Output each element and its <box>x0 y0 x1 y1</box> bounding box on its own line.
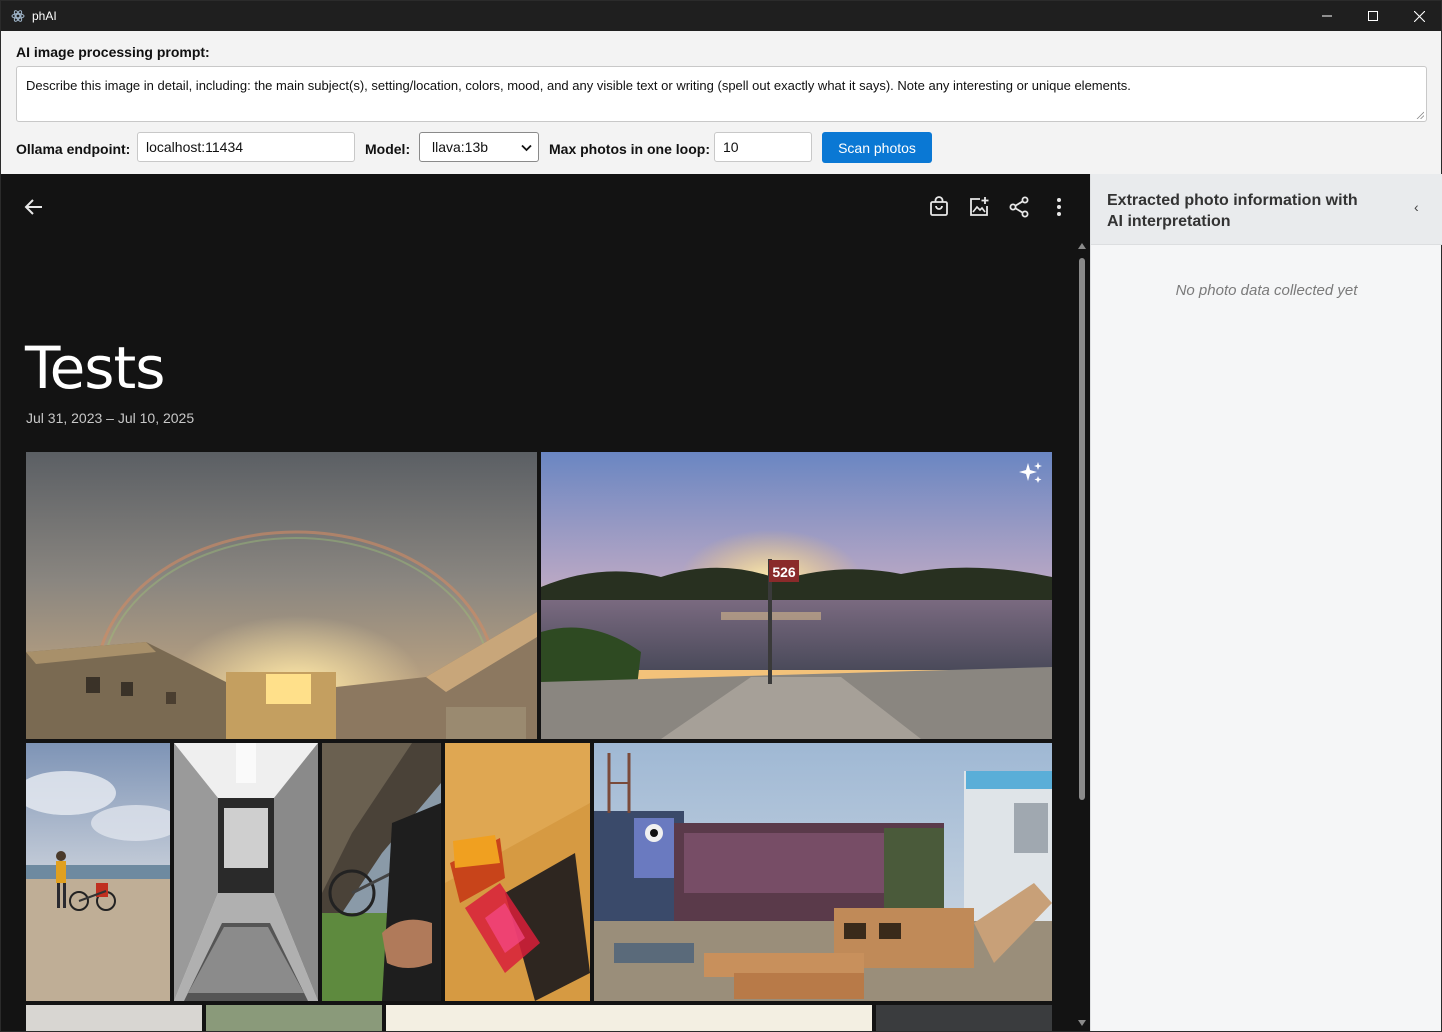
add-photo-icon[interactable] <box>966 194 992 220</box>
close-icon <box>1413 10 1425 22</box>
collapse-panel-button[interactable]: ‹ <box>1414 199 1419 215</box>
photo-bottom-row-4[interactable] <box>876 1005 1052 1031</box>
photo-image <box>26 452 537 739</box>
maximize-button[interactable] <box>1350 1 1396 31</box>
app-logo-icon <box>11 10 25 22</box>
back-arrow-icon[interactable] <box>21 194 47 220</box>
photo-construction-site-graffiti[interactable] <box>594 743 1052 1001</box>
model-select[interactable]: llava:13b <box>419 132 539 162</box>
photos-viewer: Tests Jul 31, 2023 – Jul 10, 2025 526 <box>1 174 1090 1031</box>
svg-text:526: 526 <box>772 564 796 580</box>
scrollbar-thumb[interactable] <box>1079 258 1085 800</box>
photo-image: 526 <box>541 452 1052 739</box>
close-button[interactable] <box>1396 1 1442 31</box>
resize-grip-icon[interactable] <box>1416 111 1424 119</box>
extraction-side-panel: Extracted photo information with AI inte… <box>1090 174 1442 1031</box>
share-icon[interactable] <box>1006 194 1032 220</box>
minimize-button[interactable] <box>1304 1 1350 31</box>
controls-panel: AI image processing prompt: Describe thi… <box>1 31 1441 174</box>
shopping-bag-icon[interactable] <box>926 194 952 220</box>
model-label: Model: <box>365 141 411 157</box>
photo-bottom-row-3[interactable] <box>386 1005 872 1031</box>
photo-image <box>594 743 1052 1001</box>
album-title: Tests <box>25 334 165 402</box>
side-panel-header: Extracted photo information with AI inte… <box>1091 174 1442 245</box>
model-selected-value: llava:13b <box>432 139 489 155</box>
empty-state-message: No photo data collected yet <box>1175 282 1358 299</box>
more-vert-icon[interactable] <box>1046 194 1072 220</box>
settings-row: Ollama endpoint: localhost:11434 Model: … <box>1 131 1441 163</box>
photo-bottom-row-1[interactable] <box>26 1005 202 1031</box>
photo-image <box>322 743 441 1001</box>
scroll-down-arrow-icon[interactable] <box>1078 1019 1086 1027</box>
endpoint-input[interactable]: localhost:11434 <box>137 132 355 162</box>
prompt-text: Describe this image in detail, including… <box>26 78 1131 93</box>
chevron-down-icon <box>521 144 532 152</box>
photo-black-white-hallway[interactable] <box>174 743 318 1001</box>
photo-prism-on-wood[interactable] <box>445 743 590 1001</box>
scroll-up-arrow-icon[interactable] <box>1078 242 1086 250</box>
photo-cyclist-on-beach[interactable] <box>26 743 170 1001</box>
album-dates: Jul 31, 2023 – Jul 10, 2025 <box>26 410 195 426</box>
photo-rainbow-over-buildings[interactable] <box>26 452 537 739</box>
photo-sunset-over-river[interactable]: 526 <box>541 452 1052 739</box>
photo-bottom-row-2[interactable] <box>206 1005 382 1031</box>
endpoint-label: Ollama endpoint: <box>16 141 131 157</box>
title-bar: phAI <box>1 1 1441 31</box>
photo-image <box>26 743 170 1001</box>
sparkle-icon[interactable] <box>1018 460 1044 486</box>
side-panel-title: Extracted photo information with AI inte… <box>1107 192 1358 230</box>
photo-image <box>445 743 590 1001</box>
prompt-label: AI image processing prompt: <box>16 44 210 60</box>
scan-photos-button[interactable]: Scan photos <box>822 132 932 163</box>
max-photos-input[interactable]: 10 <box>714 132 812 162</box>
max-photos-label: Max photos in one loop: <box>549 141 710 157</box>
minimize-icon <box>1322 15 1332 17</box>
photo-bicycle-from-tent[interactable] <box>322 743 441 1001</box>
maximize-icon <box>1368 11 1378 21</box>
window-title: phAI <box>32 9 57 23</box>
app-window: phAI AI image processing prompt: Describ… <box>0 0 1442 1032</box>
photo-image <box>174 743 318 1001</box>
prompt-textarea[interactable]: Describe this image in detail, including… <box>16 66 1427 122</box>
